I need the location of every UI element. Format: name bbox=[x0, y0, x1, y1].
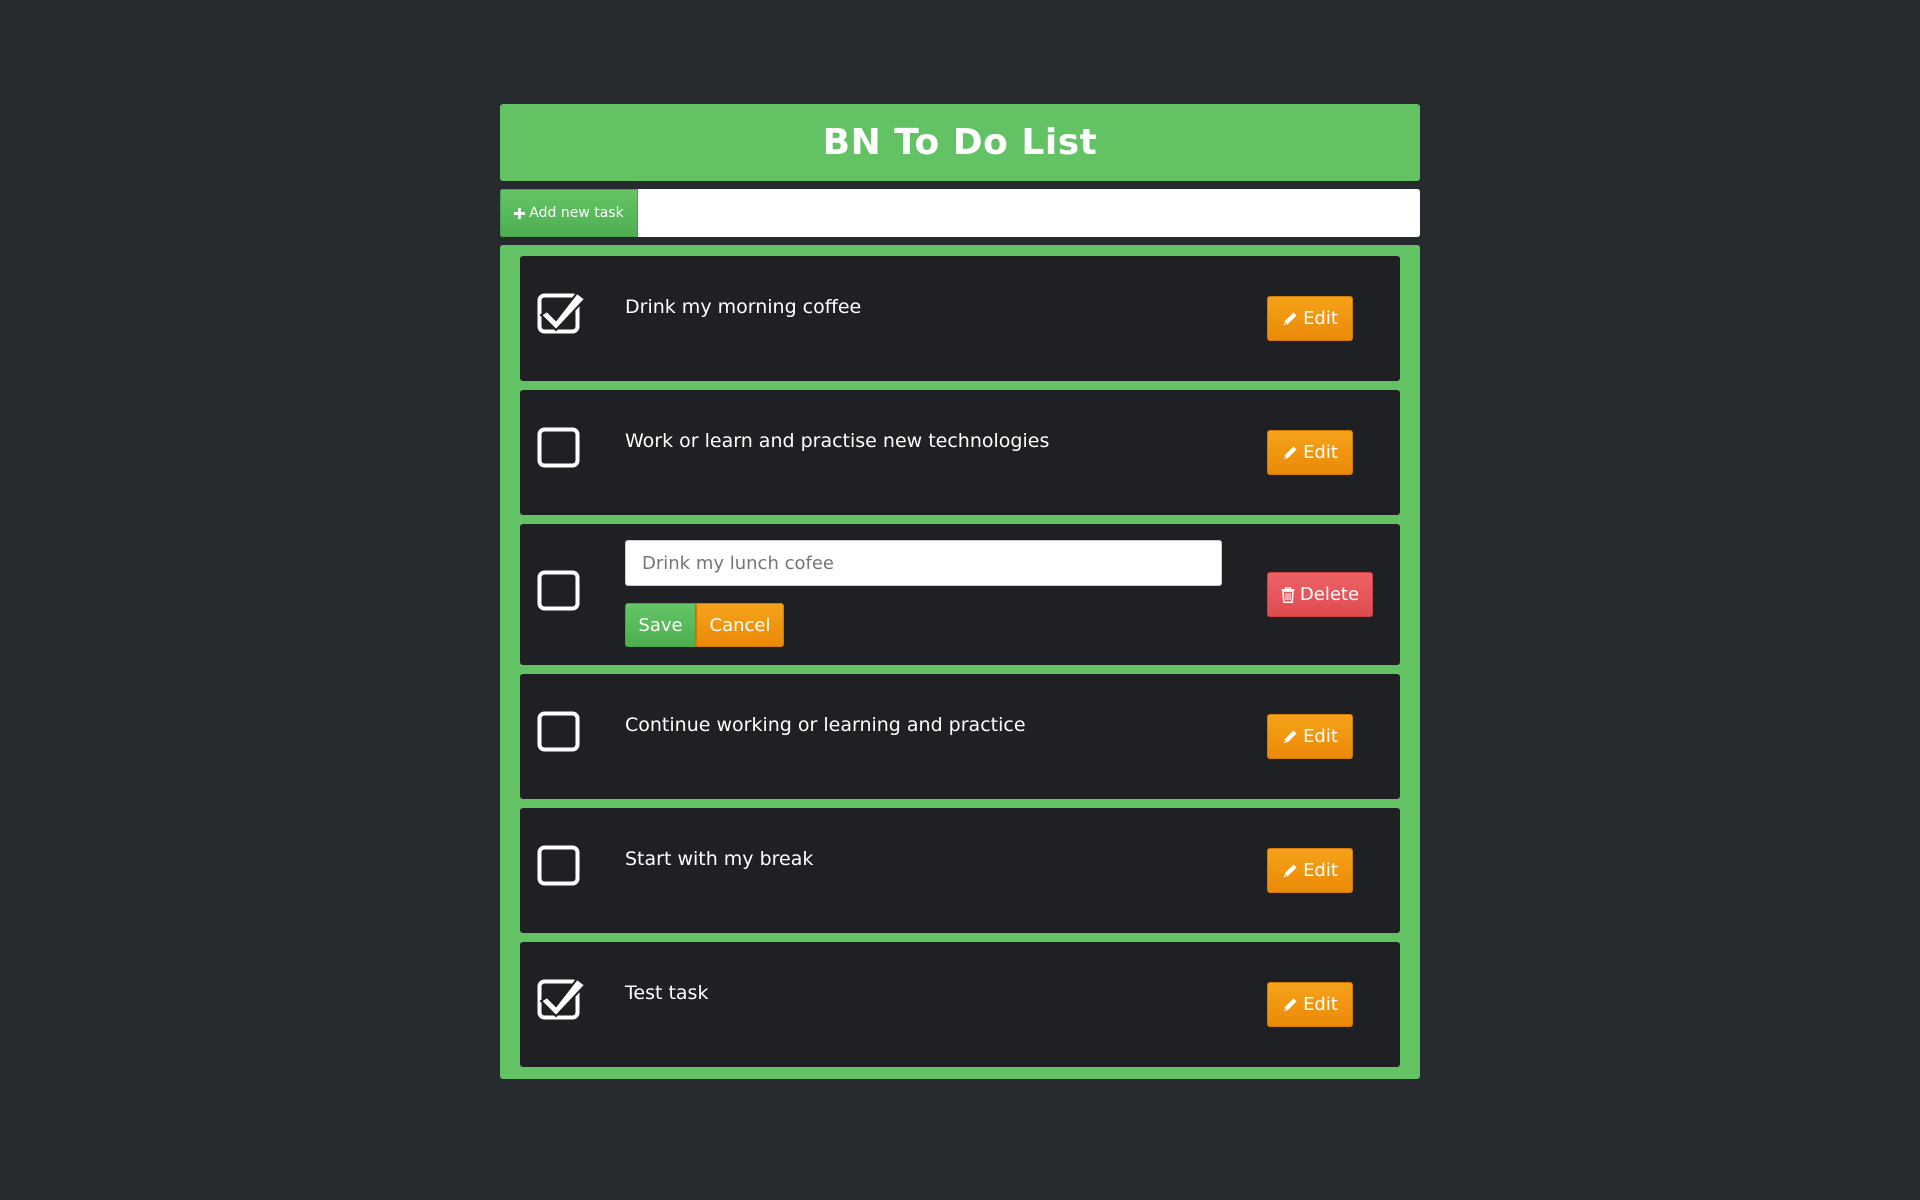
pencil-icon bbox=[1282, 445, 1298, 461]
plus-icon bbox=[514, 207, 526, 219]
edit-label: Edit bbox=[1303, 442, 1338, 463]
checkbox-unchecked-icon[interactable] bbox=[537, 842, 581, 886]
task-item: Test task Edit bbox=[520, 942, 1400, 1067]
cancel-button[interactable]: Cancel bbox=[696, 603, 784, 647]
edit-button[interactable]: Edit bbox=[1267, 982, 1353, 1027]
task-item-editing: Save Cancel Delete bbox=[520, 524, 1400, 665]
checkbox-unchecked-icon[interactable] bbox=[537, 567, 581, 611]
page-title: BN To Do List bbox=[822, 122, 1098, 163]
add-new-task-button[interactable]: Add new task bbox=[500, 189, 638, 237]
add-task-bar: Add new task bbox=[500, 189, 1420, 237]
app-header: BN To Do List bbox=[500, 104, 1420, 181]
task-item: Work or learn and practise new technolog… bbox=[520, 390, 1400, 515]
todo-app: BN To Do List Add new task Drink my morn… bbox=[500, 104, 1420, 1079]
pencil-icon bbox=[1282, 311, 1298, 327]
task-label: Continue working or learning and practic… bbox=[625, 714, 1026, 736]
edit-actions: Save Cancel bbox=[625, 603, 784, 647]
edit-button[interactable]: Edit bbox=[1267, 296, 1353, 341]
add-new-task-label: Add new task bbox=[529, 205, 624, 221]
checkbox-checked-icon[interactable] bbox=[537, 976, 587, 1020]
checkbox-unchecked-icon[interactable] bbox=[537, 708, 581, 752]
trash-icon bbox=[1281, 586, 1295, 603]
checkbox-checked-icon[interactable] bbox=[537, 290, 587, 334]
delete-label: Delete bbox=[1299, 584, 1360, 605]
task-item: Continue working or learning and practic… bbox=[520, 674, 1400, 799]
task-item: Start with my break Edit bbox=[520, 808, 1400, 933]
task-list: Drink my morning coffee Edit Work or lea… bbox=[500, 245, 1420, 1079]
edit-label: Edit bbox=[1303, 726, 1338, 747]
task-label: Test task bbox=[625, 982, 709, 1004]
pencil-icon bbox=[1282, 997, 1298, 1013]
edit-label: Edit bbox=[1303, 860, 1338, 881]
checkbox-unchecked-icon[interactable] bbox=[537, 424, 581, 468]
edit-button[interactable]: Edit bbox=[1267, 848, 1353, 893]
task-label: Start with my break bbox=[625, 848, 814, 870]
pencil-icon bbox=[1282, 729, 1298, 745]
edit-label: Edit bbox=[1303, 994, 1338, 1015]
save-button[interactable]: Save bbox=[625, 603, 696, 647]
edit-button[interactable]: Edit bbox=[1267, 430, 1353, 475]
task-label: Drink my morning coffee bbox=[625, 296, 862, 318]
edit-label: Edit bbox=[1303, 308, 1338, 329]
edit-task-input[interactable] bbox=[625, 540, 1222, 586]
delete-button[interactable]: Delete bbox=[1267, 572, 1373, 617]
edit-button[interactable]: Edit bbox=[1267, 714, 1353, 759]
task-label: Work or learn and practise new technolog… bbox=[625, 430, 1050, 452]
pencil-icon bbox=[1282, 863, 1298, 879]
new-task-input[interactable] bbox=[638, 189, 1420, 237]
task-item: Drink my morning coffee Edit bbox=[520, 256, 1400, 381]
